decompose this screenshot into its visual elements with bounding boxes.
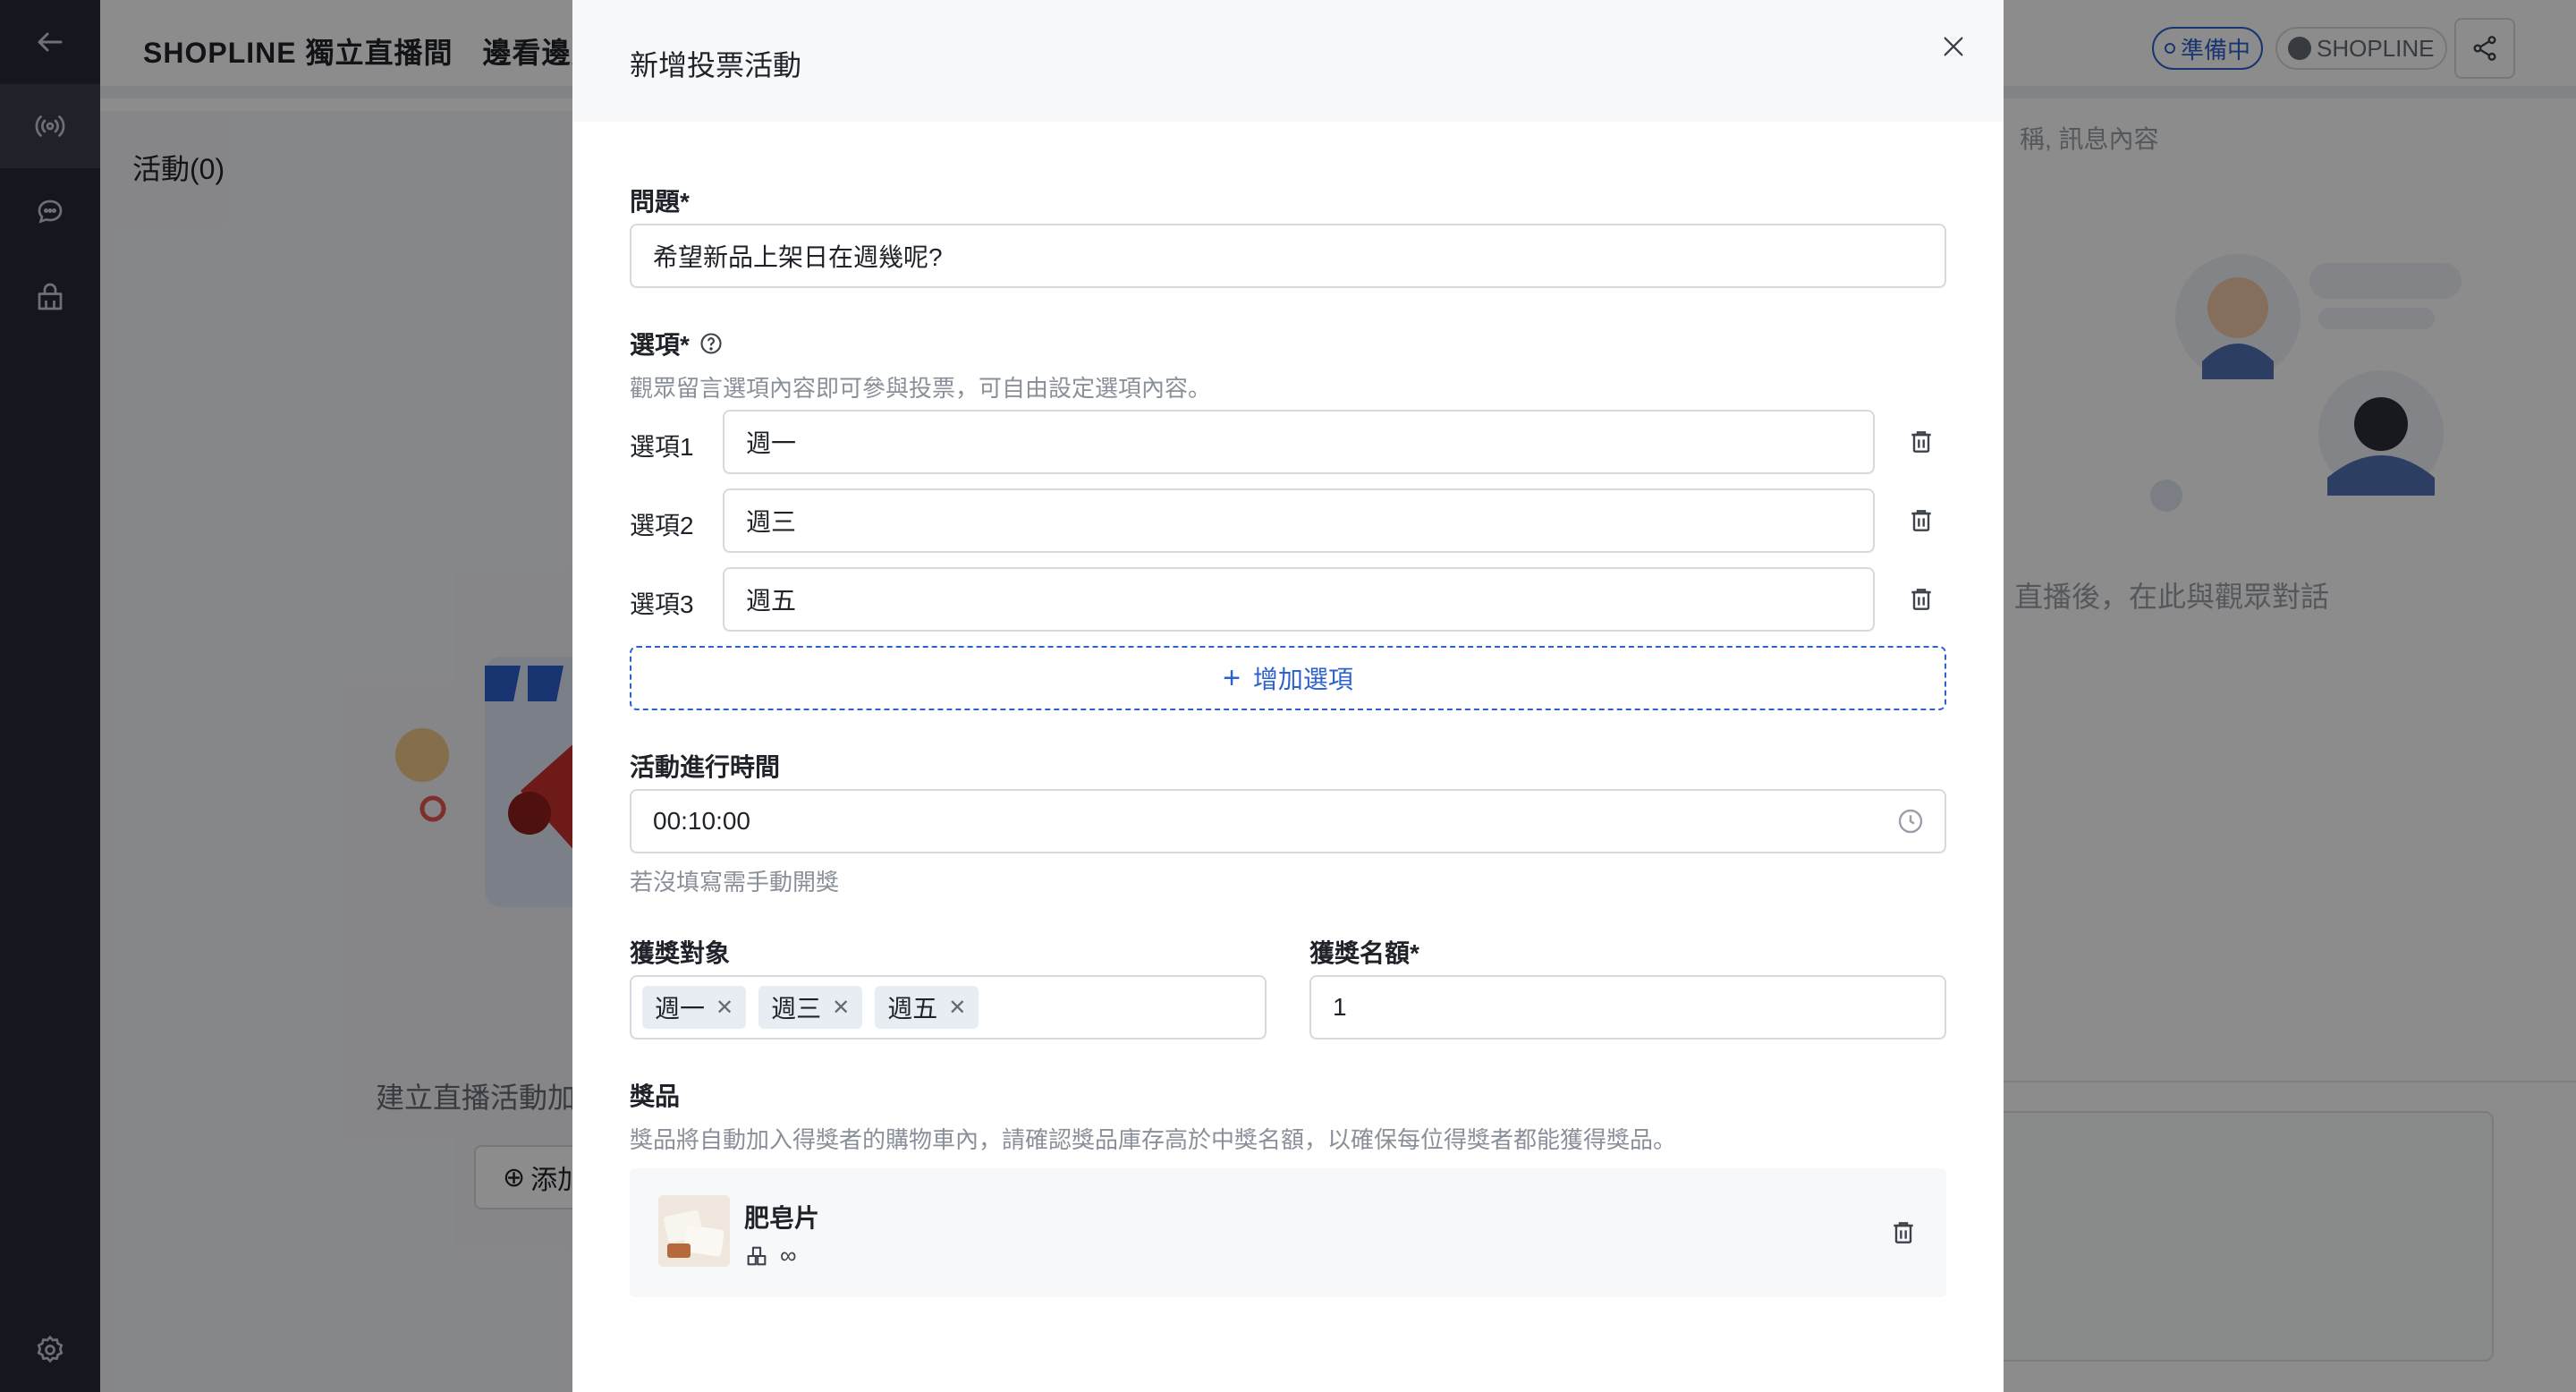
duration-input[interactable]: 00:10:00 <box>630 789 1946 853</box>
trash-icon <box>1894 1222 1913 1243</box>
modal-header: 新增投票活動 <box>572 0 2004 122</box>
question-label: 問題* <box>630 182 690 218</box>
plus-icon: + <box>1223 661 1241 695</box>
winner-target-label-text: 獲獎對象 <box>630 939 731 967</box>
winner-count-value: 1 <box>1333 993 1347 1021</box>
delete-option-button[interactable] <box>1903 424 1939 460</box>
product-thumbnail <box>658 1195 730 1267</box>
prize-label: 獎品 <box>630 1077 680 1113</box>
option-value: 週一 <box>746 429 797 457</box>
winner-target-label: 獲獎對象 <box>630 934 730 970</box>
options-hint: 觀眾留言選項內容即可參與投票，可自由設定選項內容。 <box>630 375 1212 402</box>
duration-value: 00:10:00 <box>653 807 750 835</box>
option-value: 週三 <box>746 508 797 536</box>
delete-prize-button[interactable] <box>1885 1215 1921 1251</box>
delete-option-button[interactable] <box>1903 581 1939 617</box>
close-button[interactable] <box>1937 30 1970 63</box>
selected-tag: 週一 ✕ <box>642 986 747 1029</box>
winner-target-select[interactable]: 週一 ✕ 週三 ✕ 週五 ✕ <box>630 975 1267 1040</box>
tag-label: 週五 <box>887 995 938 1023</box>
option-label: 選項3 <box>630 590 694 618</box>
question-input[interactable]: 希望新品上架日在週幾呢? <box>630 224 1946 288</box>
add-option-label: 增加選項 <box>1252 666 1353 693</box>
tag-label: 週一 <box>655 995 706 1023</box>
selected-tag: 週五 ✕ <box>875 986 979 1029</box>
modal-title: 新增投票活動 <box>630 49 802 81</box>
option-label: 選項1 <box>630 433 694 461</box>
options-label: 選項* <box>630 326 724 361</box>
stock-icon <box>747 1246 767 1265</box>
product-stock: ∞ <box>744 1242 797 1269</box>
close-icon <box>1944 37 1963 56</box>
option-input[interactable]: 週五 <box>723 567 1875 632</box>
options-label-text: 選項* <box>630 331 690 359</box>
winner-count-label-text: 獲獎名額* <box>1309 939 1419 967</box>
trash-icon <box>1911 589 1931 610</box>
prize-label-text: 獎品 <box>630 1082 681 1110</box>
duration-hint: 若沒填寫需手動開獎 <box>630 869 840 895</box>
product-name: 肥皂片 <box>744 1204 820 1232</box>
duration-label-text: 活動進行時間 <box>630 753 781 781</box>
option-value: 週五 <box>746 587 797 615</box>
trash-icon <box>1911 510 1931 531</box>
tag-label: 週三 <box>771 995 822 1023</box>
remove-tag-icon[interactable]: ✕ <box>716 995 733 1021</box>
create-poll-modal: 新增投票活動 問題* 希望新品上架日在週幾呢? 選項* 觀眾留言選項內容即可參與… <box>572 0 2004 1392</box>
duration-label: 活動進行時間 <box>630 748 780 784</box>
clock-icon <box>1898 809 1923 834</box>
trash-icon <box>1911 431 1931 453</box>
prize-hint: 獎品將自動加入得獎者的購物車內，請確認獎品庫存高於中獎名額，以確保每位得獎者都能… <box>630 1126 1677 1153</box>
option-input[interactable]: 週一 <box>723 410 1875 474</box>
option-input[interactable]: 週三 <box>723 488 1875 553</box>
remove-tag-icon[interactable]: ✕ <box>948 995 966 1021</box>
stock-value: ∞ <box>780 1242 797 1269</box>
remove-tag-icon[interactable]: ✕ <box>832 995 850 1021</box>
winner-count-label: 獲獎名額* <box>1309 934 1419 970</box>
option-label: 選項2 <box>630 512 694 539</box>
selected-tag: 週三 ✕ <box>758 986 863 1029</box>
add-option-button[interactable]: + 增加選項 <box>630 646 1946 710</box>
prize-product-card: 肥皂片 ∞ <box>630 1168 1946 1297</box>
question-value: 希望新品上架日在週幾呢? <box>653 243 943 271</box>
winner-count-input[interactable]: 1 <box>1309 975 1946 1040</box>
help-circle-icon[interactable] <box>699 331 724 356</box>
delete-option-button[interactable] <box>1903 503 1939 539</box>
question-label-text: 問題* <box>630 188 690 216</box>
